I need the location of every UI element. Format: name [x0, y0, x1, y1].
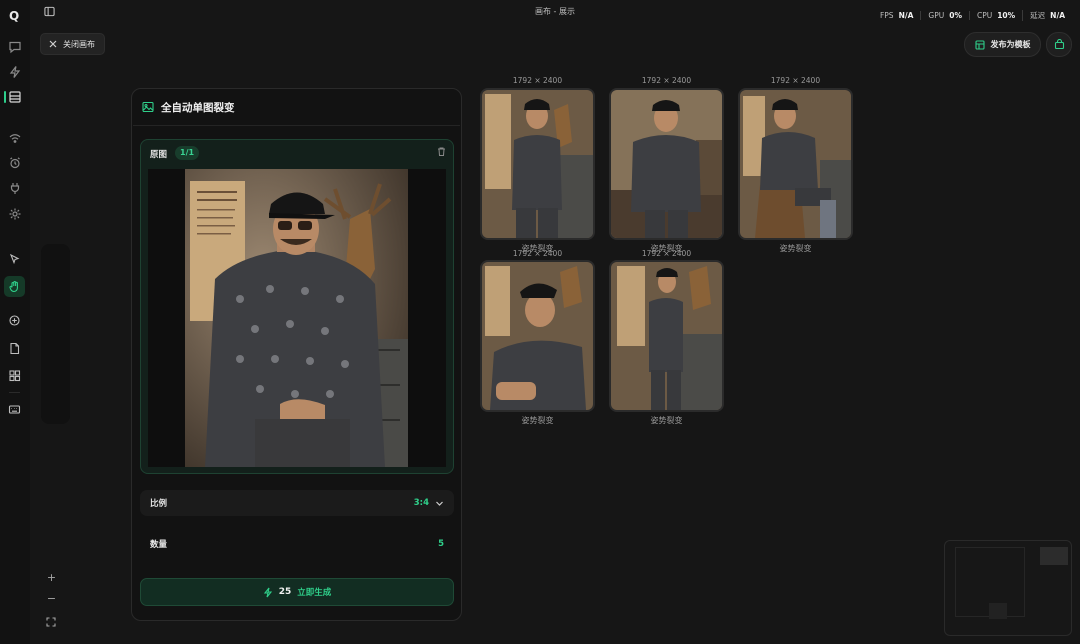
ratio-select[interactable]: 比例 3:4 [140, 490, 454, 516]
output-caption: 姿势裂变 [521, 416, 554, 425]
source-count-badge: 1/1 [175, 146, 200, 160]
quantity-field[interactable]: 数量 5 [140, 531, 454, 557]
performance-stats: FPS N/A GPU 0% CPU 10% 延迟 N/A [873, 10, 1072, 21]
select-tool-icon[interactable] [7, 252, 22, 267]
plug-icon[interactable] [8, 181, 22, 195]
stat-cpu: CPU 10% [968, 11, 1022, 20]
output-caption: 姿势裂变 [650, 416, 683, 425]
output-thumbnail[interactable] [609, 260, 724, 412]
output-thumbnail[interactable] [609, 88, 724, 240]
output-dims: 1792 × 2400 [641, 76, 692, 85]
settings-icon[interactable] [8, 207, 22, 221]
card-title: 全自动单图裂变 [161, 102, 235, 114]
canvas-icon[interactable] [8, 90, 22, 104]
hand-tool-icon[interactable] [7, 279, 22, 294]
generate-cost: 25 [278, 587, 292, 597]
stat-gpu: GPU 0% [920, 11, 969, 20]
card-divider [133, 125, 460, 126]
output-dims: 1792 × 2400 [512, 249, 563, 258]
bag-icon [1054, 39, 1065, 50]
ratio-label: 比例 [150, 499, 168, 509]
close-canvas-label: 关闭画布 [63, 39, 95, 49]
lightning-icon [263, 587, 273, 598]
palette-divider [9, 392, 20, 393]
chevron-down-icon [435, 499, 444, 508]
chat-icon[interactable] [8, 40, 22, 54]
output-caption: 姿势裂变 [779, 244, 812, 253]
alarm-icon[interactable] [8, 156, 22, 170]
file-icon[interactable] [7, 341, 22, 356]
zoom-in-icon[interactable]: + [41, 571, 62, 584]
generate-label: 立即生成 [297, 588, 332, 598]
quantity-value: 5 [438, 539, 444, 549]
output-dims: 1792 × 2400 [641, 249, 692, 258]
zoom-out-icon[interactable]: − [41, 592, 62, 605]
generate-button[interactable]: 25 立即生成 [140, 578, 454, 606]
zoom-controls: + − [41, 569, 62, 635]
quantity-label: 数量 [150, 540, 168, 550]
output-thumbnail[interactable] [738, 88, 853, 240]
minimap-viewport [989, 603, 1007, 619]
source-label: 原图 [150, 150, 168, 160]
wifi-icon[interactable] [8, 131, 22, 145]
publish-template-label: 发布为模板 [990, 40, 1031, 49]
app-logo[interactable]: Q [9, 9, 19, 23]
stat-latency: 延迟 N/A [1022, 10, 1072, 21]
trash-icon[interactable] [436, 146, 447, 157]
rail-active-indicator [4, 91, 6, 103]
minimap[interactable] [944, 540, 1072, 636]
output-thumbnail[interactable] [480, 88, 595, 240]
fit-view-icon[interactable] [46, 617, 57, 628]
close-icon [49, 40, 57, 48]
source-photo[interactable] [185, 169, 408, 467]
grid-icon[interactable] [7, 368, 22, 383]
stat-fps: FPS N/A [879, 11, 914, 20]
lightning-icon[interactable] [8, 65, 22, 79]
output-dims: 1792 × 2400 [512, 76, 563, 85]
ratio-value: 3:4 [413, 498, 429, 508]
keyboard-icon[interactable] [7, 402, 22, 417]
output-dims: 1792 × 2400 [770, 76, 821, 85]
minimap-outputs [1040, 547, 1068, 565]
template-icon [974, 39, 985, 50]
output-thumbnail[interactable] [480, 260, 595, 412]
shop-button[interactable] [1046, 32, 1072, 57]
close-canvas-button[interactable]: 关闭画布 [40, 33, 105, 55]
publish-template-button[interactable]: 发布为模板 [964, 32, 1041, 57]
add-node-icon[interactable] [7, 313, 22, 328]
tool-palette [41, 244, 70, 424]
image-icon [142, 101, 154, 113]
